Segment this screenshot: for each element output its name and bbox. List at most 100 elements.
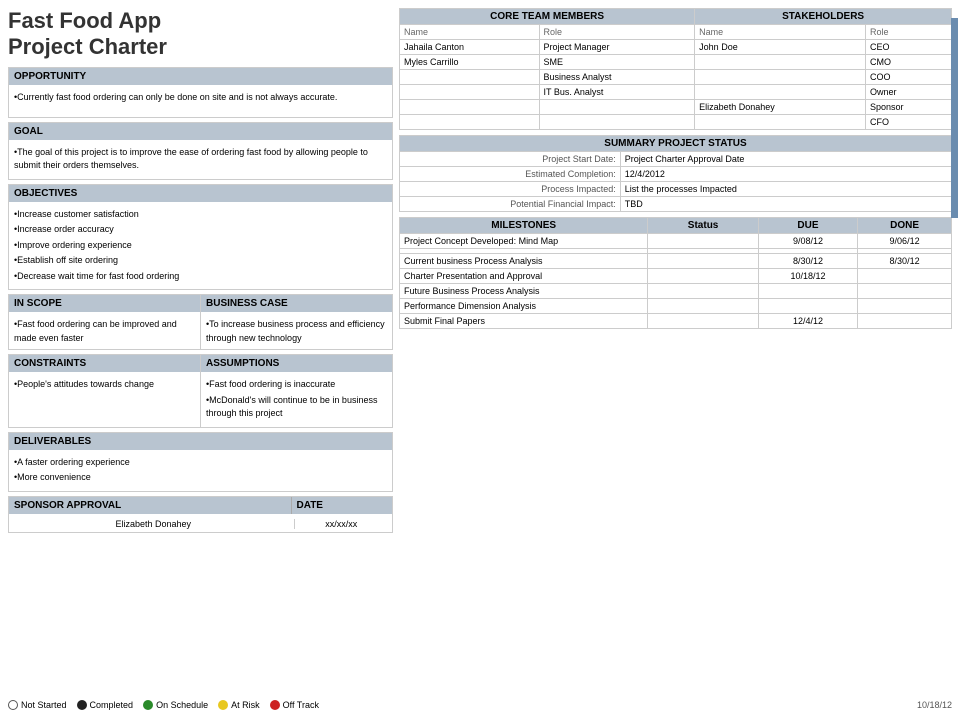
stakeholder-role: COO [866, 70, 952, 85]
stakeholder-role: Owner [866, 85, 952, 100]
team-member-role: SME [539, 55, 695, 70]
legend-item: On Schedule [143, 700, 208, 710]
summary-value: Project Charter Approval Date [620, 152, 951, 167]
milestone-due: 10/18/12 [758, 269, 857, 284]
sponsor-date: xx/xx/xx [294, 519, 389, 529]
legend-item: Off Track [270, 700, 319, 710]
opportunity-section: OPPORTUNITY •Currently fast food orderin… [8, 67, 393, 118]
milestone-row: Future Business Process Analysis [400, 284, 952, 299]
milestone-done [858, 284, 952, 299]
sponsor-header-row: SPONSOR APPROVAL DATE [9, 497, 392, 516]
left-column: Fast Food App Project Charter OPPORTUNIT… [8, 8, 393, 694]
milestone-done [858, 269, 952, 284]
milestone-row: Current business Process Analysis 8/30/1… [400, 254, 952, 269]
assumption-item: •McDonald's will continue to be in busin… [206, 394, 387, 421]
assumptions-col: ASSUMPTIONS •Fast food ordering is inacc… [201, 355, 392, 427]
milestone-status [648, 269, 758, 284]
deliverable-item: •More convenience [14, 471, 387, 485]
team-member-name: Myles Carrillo [400, 55, 540, 70]
table-row: Elizabeth Donahey Sponsor [400, 100, 952, 115]
stakeholder-name: John Doe [695, 40, 866, 55]
date-header: DATE [291, 497, 393, 514]
stakeholder-name: Elizabeth Donahey [695, 100, 866, 115]
deliverable-item: •A faster ordering experience [14, 456, 387, 470]
milestone-done: 9/06/12 [858, 234, 952, 249]
team-member-name [400, 85, 540, 100]
legend-item: Not Started [8, 700, 67, 710]
summary-value: 12/4/2012 [620, 167, 951, 182]
objective-item: •Improve ordering experience [14, 239, 387, 253]
legend-item: Completed [77, 700, 134, 710]
team-member-name: Jahaila Canton [400, 40, 540, 55]
sponsor-approval-header: SPONSOR APPROVAL [9, 497, 291, 514]
team-member-role: Project Manager [539, 40, 695, 55]
opportunity-header: OPPORTUNITY [9, 68, 392, 85]
table-row: Myles Carrillo SME CMO [400, 55, 952, 70]
objective-item: •Establish off site ordering [14, 254, 387, 268]
milestones-status-header: Status [648, 218, 758, 234]
team-member-name [400, 100, 540, 115]
table-row: CFO [400, 115, 952, 130]
milestone-due: 12/4/12 [758, 314, 857, 329]
summary-header: SUMMARY PROJECT STATUS [400, 136, 952, 152]
legend-label: Off Track [283, 700, 319, 710]
milestone-status [648, 254, 758, 269]
objectives-header: OBJECTIVES [9, 185, 392, 202]
summary-table: SUMMARY PROJECT STATUS Project Start Dat… [399, 135, 952, 212]
legend: Not Started Completed On Schedule At Risk Of… [8, 700, 319, 710]
stakeholders-header: STAKEHOLDERS [695, 9, 952, 25]
sponsor-name: Elizabeth Donahey [13, 519, 294, 529]
milestone-name: Project Concept Developed: Mind Map [400, 234, 648, 249]
goal-section: GOAL •The goal of this project is to imp… [8, 122, 393, 180]
accent-bar [951, 18, 958, 218]
assumptions-content: •Fast food ordering is inaccurate •McDona… [201, 374, 392, 427]
business-case-content: •To increase business process and effici… [201, 314, 392, 349]
goal-header: GOAL [9, 123, 392, 140]
stakeholder-role: CMO [866, 55, 952, 70]
milestone-status [648, 234, 758, 249]
milestone-row: Charter Presentation and Approval 10/18/… [400, 269, 952, 284]
milestone-status [648, 314, 758, 329]
legend-label: At Risk [231, 700, 260, 710]
milestone-name: Submit Final Papers [400, 314, 648, 329]
business-case-col: BUSINESS CASE •To increase business proc… [201, 295, 392, 349]
objective-item: •Increase order accuracy [14, 223, 387, 237]
milestone-status [648, 299, 758, 314]
stakeholder-role-col-header: Role [866, 25, 952, 40]
legend-label: Completed [90, 700, 134, 710]
business-case-header: BUSINESS CASE [201, 295, 392, 312]
summary-row: Potential Financial Impact: TBD [400, 197, 952, 212]
milestone-due [758, 284, 857, 299]
milestone-name: Performance Dimension Analysis [400, 299, 648, 314]
assumption-item: •Fast food ordering is inaccurate [206, 378, 387, 392]
assumptions-header: ASSUMPTIONS [201, 355, 392, 372]
in-scope-header: IN SCOPE [9, 295, 200, 312]
summary-value: TBD [620, 197, 951, 212]
footer-date: 10/18/12 [917, 700, 952, 710]
team-member-name [400, 70, 540, 85]
summary-row: Estimated Completion: 12/4/2012 [400, 167, 952, 182]
milestone-due [758, 299, 857, 314]
team-member-name [400, 115, 540, 130]
summary-row: Project Start Date: Project Charter Appr… [400, 152, 952, 167]
sponsor-row: Elizabeth Donahey xx/xx/xx [9, 516, 392, 532]
objectives-content: •Increase customer satisfaction•Increase… [9, 204, 392, 290]
constraints-col: CONSTRAINTS •People's attitudes towards … [9, 355, 201, 427]
stakeholder-role: CEO [866, 40, 952, 55]
team-role-col-header: Role [539, 25, 695, 40]
milestone-row: Performance Dimension Analysis [400, 299, 952, 314]
stakeholder-name [695, 70, 866, 85]
goal-content: •The goal of this project is to improve … [9, 142, 392, 179]
scope-business-row: IN SCOPE •Fast food ordering can be impr… [8, 294, 393, 350]
summary-label: Potential Financial Impact: [400, 197, 621, 212]
team-member-role [539, 115, 695, 130]
stakeholder-name [695, 115, 866, 130]
constraints-header: CONSTRAINTS [9, 355, 200, 372]
milestone-name: Current business Process Analysis [400, 254, 648, 269]
deliverables-section: DELIVERABLES •A faster ordering experien… [8, 432, 393, 492]
milestone-done [858, 314, 952, 329]
deliverables-header: DELIVERABLES [9, 433, 392, 450]
summary-label: Project Start Date: [400, 152, 621, 167]
legend-icon [143, 700, 153, 710]
milestone-status [648, 284, 758, 299]
